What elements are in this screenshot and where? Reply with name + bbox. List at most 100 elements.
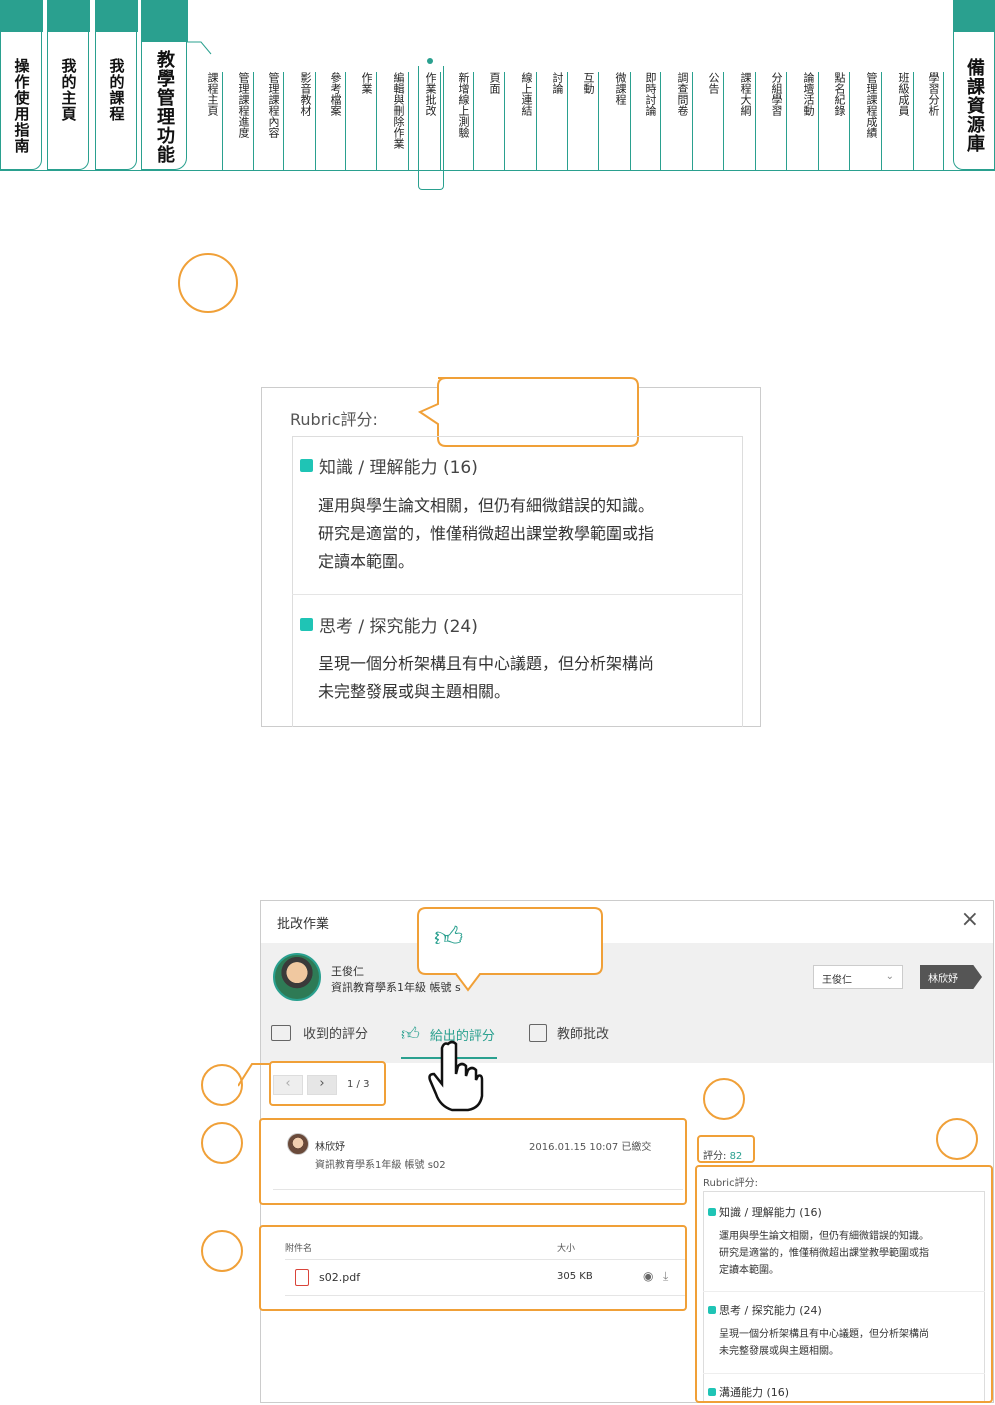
- thumbs-up-icon: 👍︎: [434, 920, 464, 953]
- sub-tab-item[interactable]: 公告: [706, 72, 724, 170]
- sub-tab-label: 管理課程成績: [865, 72, 878, 138]
- sub-tab-divider: [376, 72, 377, 170]
- sub-tab-divider: [315, 72, 316, 170]
- student-select[interactable]: 王俊仁 ⌄: [813, 965, 903, 989]
- inbox-icon: [271, 1024, 291, 1041]
- tab-label: 操作使用指南: [12, 58, 31, 154]
- sub-tab-divider: [567, 72, 568, 170]
- thumbs-up-icon: 👍︎: [401, 1024, 420, 1045]
- sub-tab-divider: [818, 72, 819, 170]
- sub-tab-divider: [692, 72, 693, 170]
- tab-cap: [46, 0, 90, 32]
- sub-tab-divider: [283, 72, 284, 170]
- sub-tab-label: 分組學習: [770, 72, 783, 116]
- sub-tab-item[interactable]: 互動: [581, 72, 599, 170]
- sub-tab-item[interactable]: 調查問卷: [675, 72, 693, 170]
- close-icon[interactable]: ×: [961, 907, 979, 932]
- desc-line: 運用與學生論文相關，但仍有細微錯誤的知識。: [318, 496, 655, 515]
- sub-tab-label: 即時討論: [644, 72, 657, 116]
- sub-tab-divider: [222, 72, 223, 170]
- active-sub-tab-indicator: [418, 66, 444, 190]
- sub-tab-item[interactable]: 點名紀錄: [832, 72, 850, 170]
- sub-tab-item[interactable]: 參考檔案: [328, 72, 346, 170]
- criterion-name: 知識 / 理解能力 (16): [319, 458, 478, 478]
- sub-tab-label: 班級成員: [897, 72, 910, 116]
- desc-line: 未完整發展或與主題相關。: [318, 682, 511, 701]
- sub-tab-item[interactable]: 編輯與刪除作業: [391, 72, 409, 170]
- sub-tab-divider: [598, 72, 599, 170]
- criterion-marker: [300, 459, 313, 472]
- sub-tab-item[interactable]: 頁面: [487, 72, 505, 170]
- sub-tab-divider: [786, 72, 787, 170]
- tab-label: 我的主頁: [59, 58, 78, 122]
- tab-cap: [94, 0, 138, 32]
- sub-tab-item[interactable]: 管理課程進度: [236, 72, 254, 170]
- sub-tab-item[interactable]: 討論: [550, 72, 568, 170]
- select-value: 王俊仁: [822, 975, 852, 986]
- sub-tab-divider: [943, 72, 944, 170]
- annotation-circle: [936, 1118, 978, 1160]
- sub-tab-item[interactable]: 影音教材: [298, 72, 316, 170]
- sub-tab-item[interactable]: 論壇活動: [801, 72, 819, 170]
- sub-tab-label: 課程大綱: [739, 72, 752, 116]
- pager-highlight: [269, 1061, 386, 1106]
- desc-line: 呈現一個分析架構且有中心議題，但分析架構尚: [318, 654, 655, 673]
- sub-tab-label: 論壇活動: [802, 72, 815, 116]
- sub-tab-item[interactable]: 即時討論: [643, 72, 661, 170]
- tab-user-guide[interactable]: 操作使用指南: [0, 0, 43, 170]
- sub-tab-label: 課程主頁: [206, 72, 219, 116]
- tab-label: 收到的評分: [303, 1027, 369, 1042]
- tab-my-home[interactable]: 我的主頁: [46, 0, 90, 170]
- sub-tab-divider: [504, 72, 505, 170]
- sub-tab-item[interactable]: 班級成員: [896, 72, 914, 170]
- sub-tab-item[interactable]: 微課程: [613, 72, 631, 170]
- nav-connector: [187, 41, 212, 55]
- nav-baseline: [0, 170, 995, 171]
- sub-tab-label: 作業: [360, 72, 373, 94]
- tab-my-courses[interactable]: 我的課程: [94, 0, 138, 170]
- tab-cap: [952, 0, 995, 32]
- annotation-circle: [201, 1064, 243, 1106]
- tab-label: 教師批改: [557, 1027, 610, 1042]
- sub-tab-divider: [473, 72, 474, 170]
- sub-tab-divider: [755, 72, 756, 170]
- sub-tab-label: 管理課程進度: [237, 72, 250, 138]
- annotation-circle: [703, 1078, 745, 1120]
- divider: [292, 594, 743, 595]
- desc-line: 研究是適當的，惟僅稍微超出課堂教學範圍或指: [318, 524, 655, 543]
- sub-tab-label: 新增線上測驗: [457, 72, 470, 138]
- attachment-highlight: [259, 1225, 687, 1311]
- sub-tab-label: 影音教材: [299, 72, 312, 116]
- sub-tab-label: 微課程: [614, 72, 627, 105]
- tab-prep-resources[interactable]: 備課資源庫: [952, 0, 995, 170]
- tab-teaching-management[interactable]: 教學管理功能: [140, 0, 188, 170]
- chevron-down-icon: ⌄: [885, 971, 894, 982]
- tab-label: 教學管理功能: [154, 50, 175, 164]
- sub-tab-item[interactable]: 管理課程成績: [864, 72, 882, 170]
- modal-header-band: [261, 943, 993, 1063]
- criterion-desc: 運用與學生論文相關，但仍有細微錯誤的知識。 研究是適當的，惟僅稍微超出課堂教學範…: [318, 492, 654, 576]
- modal-title: 批改作業: [277, 917, 330, 932]
- sub-tab-item[interactable]: 作業: [359, 72, 377, 170]
- sub-tab-divider: [536, 72, 537, 170]
- sub-tab-item[interactable]: 課程主頁: [205, 72, 223, 170]
- sub-tab-divider: [849, 72, 850, 170]
- sub-tab-label: 討論: [551, 72, 564, 94]
- sub-tab-label: 調查問卷: [676, 72, 689, 116]
- score-highlight: [697, 1135, 755, 1163]
- sub-tab-item[interactable]: 線上連結: [519, 72, 537, 170]
- sub-tab-divider: [881, 72, 882, 170]
- sub-tab-item[interactable]: 新增線上測驗: [456, 72, 474, 170]
- rubric-title: Rubric評分:: [290, 410, 378, 429]
- sub-tab-divider: [723, 72, 724, 170]
- next-student-button[interactable]: 林欣妤: [920, 965, 982, 989]
- sub-tab-item[interactable]: 課程大綱: [738, 72, 756, 170]
- tab-received-ratings[interactable]: 收到的評分: [271, 1023, 368, 1042]
- edit-icon: [529, 1023, 547, 1042]
- sub-tab-divider: [408, 72, 409, 170]
- sub-tab-item[interactable]: 分組學習: [769, 72, 787, 170]
- tab-cap: [140, 0, 188, 42]
- tab-teacher-grading[interactable]: 教師批改: [529, 1023, 609, 1042]
- sub-tab-item[interactable]: 學習分析: [926, 72, 944, 170]
- sub-tab-item[interactable]: 管理課程內容: [266, 72, 284, 170]
